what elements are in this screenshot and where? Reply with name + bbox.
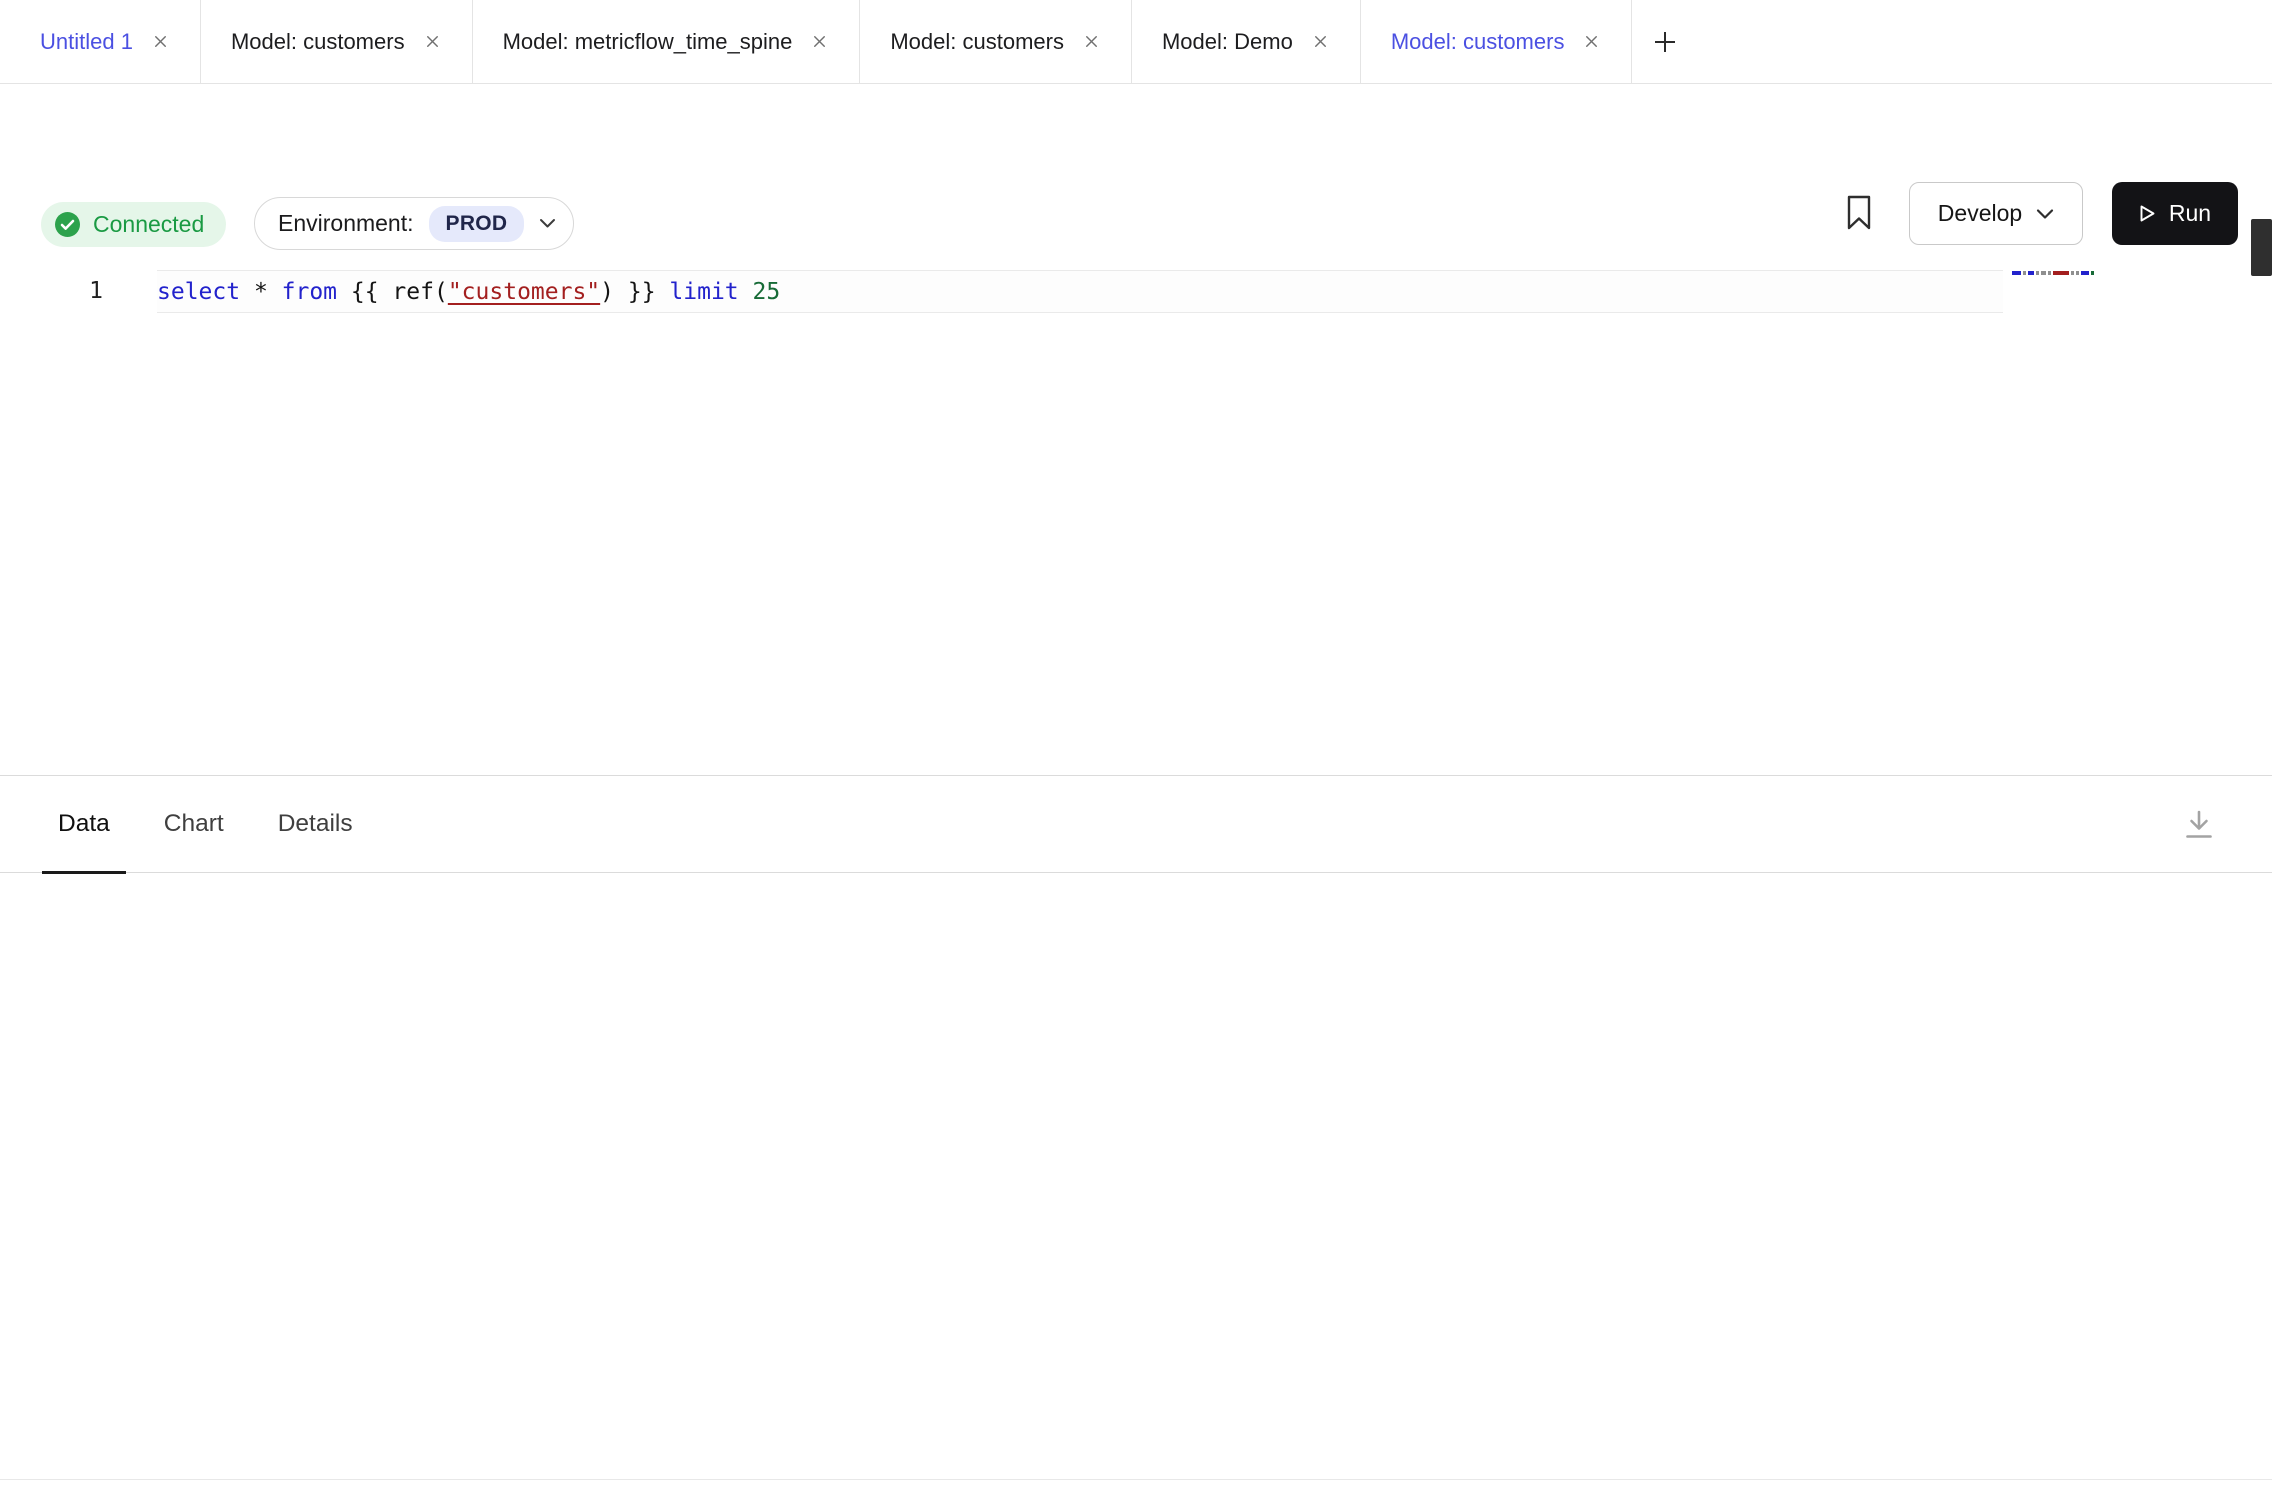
tab-bar: Untitled 1 Model: customers Model: metricf… xyxy=(0,0,2272,84)
editor-minimap xyxy=(2012,266,2132,280)
results-tab-details[interactable]: Details xyxy=(262,776,369,873)
play-icon xyxy=(2139,204,2156,223)
close-icon[interactable] xyxy=(423,32,442,51)
editor-tab[interactable]: Model: customers xyxy=(1361,0,1633,83)
tab-label: Model: Demo xyxy=(1162,29,1293,55)
plus-icon xyxy=(1651,28,1679,56)
toolbar: Develop Run xyxy=(0,84,2272,176)
develop-button[interactable]: Develop xyxy=(1909,182,2083,245)
environment-label: Environment: xyxy=(278,210,414,237)
environment-selector[interactable]: Environment: PROD xyxy=(254,197,574,250)
check-circle-icon xyxy=(54,211,81,238)
editor-tab[interactable]: Model: Demo xyxy=(1132,0,1361,83)
results-panel: DataChartDetails i Input query to run ag… xyxy=(0,775,2272,1486)
bottom-divider xyxy=(0,1479,2272,1480)
new-tab-button[interactable] xyxy=(1632,0,1698,83)
close-icon[interactable] xyxy=(1082,32,1101,51)
editor-tab[interactable]: Model: customers xyxy=(201,0,473,83)
download-icon[interactable] xyxy=(2181,807,2217,843)
tab-label: Model: customers xyxy=(890,29,1064,55)
bookmark-icon[interactable] xyxy=(1844,194,1874,232)
environment-badge: PROD xyxy=(429,206,525,242)
develop-label: Develop xyxy=(1938,200,2022,227)
editor-scrollbar[interactable] xyxy=(2251,219,2272,276)
editor-tab[interactable]: Model: metricflow_time_spine xyxy=(473,0,861,83)
editor-tab[interactable]: Model: customers xyxy=(860,0,1132,83)
run-button[interactable]: Run xyxy=(2112,182,2238,245)
tab-label: Untitled 1 xyxy=(40,29,133,55)
editor-tab[interactable]: Untitled 1 xyxy=(0,0,201,83)
results-tab-data[interactable]: Data xyxy=(42,776,126,873)
run-label: Run xyxy=(2169,200,2211,227)
close-icon[interactable] xyxy=(1582,32,1601,51)
connection-status-label: Connected xyxy=(93,211,204,238)
code-line: select * from {{ ref("customers") }} lim… xyxy=(157,279,780,305)
close-icon[interactable] xyxy=(1311,32,1330,51)
tab-label: Model: customers xyxy=(231,29,405,55)
chevron-down-icon xyxy=(539,218,556,229)
connection-status-badge: Connected xyxy=(41,202,226,247)
line-number: 1 xyxy=(74,270,118,313)
results-tab-chart[interactable]: Chart xyxy=(148,776,240,873)
sql-editor-active-line[interactable]: select * from {{ ref("customers") }} lim… xyxy=(157,270,2003,313)
dbt-ide-window: Untitled 1 Model: customers Model: metricf… xyxy=(0,0,2272,1486)
close-icon[interactable] xyxy=(151,32,170,51)
tab-label: Model: customers xyxy=(1391,29,1565,55)
tab-label: Model: metricflow_time_spine xyxy=(503,29,793,55)
close-icon[interactable] xyxy=(810,32,829,51)
results-tabs: Data ChartDetails xyxy=(0,776,2272,873)
chevron-down-icon xyxy=(2036,208,2054,220)
